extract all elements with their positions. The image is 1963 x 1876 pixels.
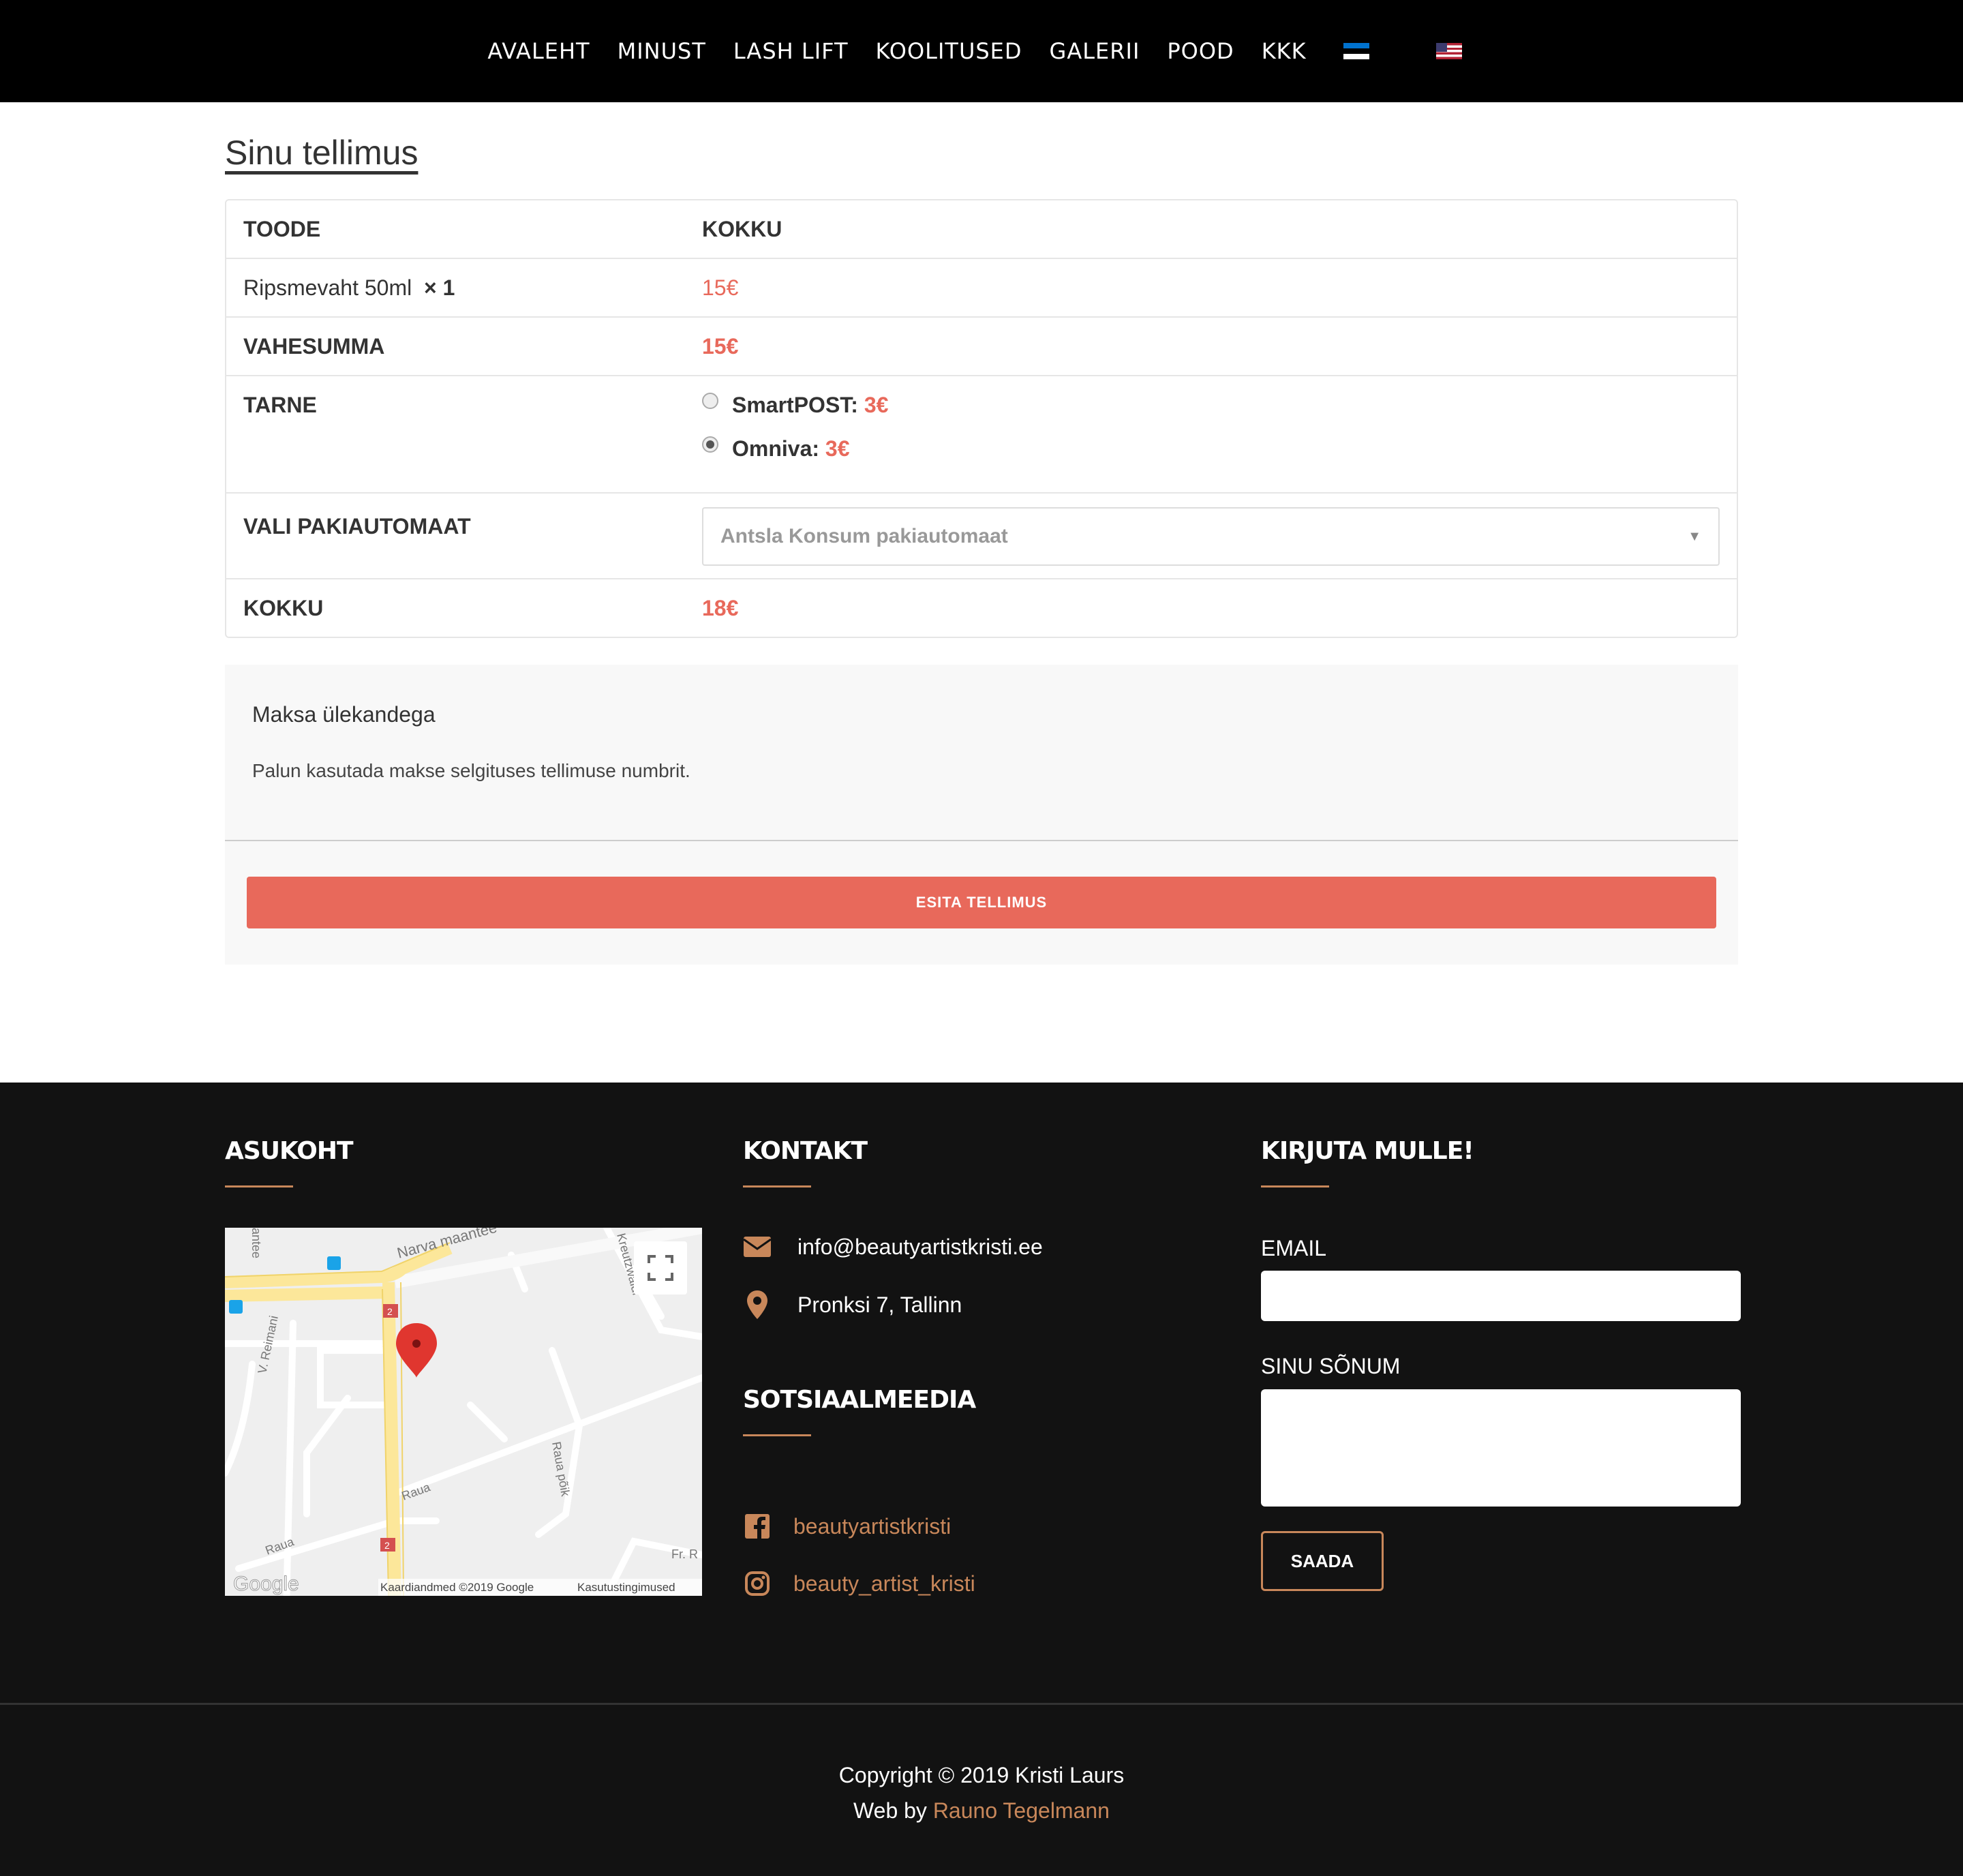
shipping-option-omniva[interactable]: Omniva: 3€ xyxy=(702,427,1720,470)
map-terms-link[interactable]: Kasutustingimused xyxy=(577,1581,675,1594)
nav-item-avaleht[interactable]: AVALEHT xyxy=(487,38,590,64)
heading-underline xyxy=(743,1434,811,1436)
smartpost-label: SmartPOST: xyxy=(732,393,858,417)
order-table: TOODE KOKKU Ripsmevaht 50ml × 1 15€ VAHE… xyxy=(225,199,1738,638)
nav-item-kkk[interactable]: KKK xyxy=(1262,38,1307,64)
facebook-icon xyxy=(743,1512,772,1541)
top-navigation: AVALEHT MINUST LASH LIFT KOOLITUSED GALE… xyxy=(0,0,1963,102)
usa-flag-icon[interactable] xyxy=(1435,43,1462,59)
nav-item-galerii[interactable]: GALERII xyxy=(1050,38,1140,64)
subtotal-row: VAHESUMMA 15€ xyxy=(226,316,1737,375)
omniva-price: 3€ xyxy=(825,436,850,461)
parcel-machine-select[interactable]: Antsla Konsum pakiautomaat ▼ xyxy=(702,507,1720,566)
copyright: Copyright © 2019 Kristi Laurs Web by Rau… xyxy=(0,1757,1963,1828)
subtotal-value: 15€ xyxy=(685,316,1737,375)
page-title: Sinu tellimus xyxy=(225,134,419,172)
map-street-label: antee xyxy=(249,1228,263,1258)
social-facebook[interactable]: beautyartistkristi xyxy=(743,1512,951,1541)
contact-email: info@beautyartistkristi.ee xyxy=(743,1232,1043,1261)
chevron-down-icon: ▼ xyxy=(1688,528,1701,544)
footer-contact-form: KIRJUTA MULLE! EMAIL SINU SÕNUM SAADA xyxy=(1261,1137,1741,1682)
location-heading: ASUKOHT xyxy=(225,1137,354,1165)
instagram-icon xyxy=(743,1569,772,1598)
footer-location: ASUKOHT xyxy=(225,1137,354,1187)
web-credit-link[interactable]: Rauno Tegelmann xyxy=(933,1798,1110,1823)
email-input[interactable] xyxy=(1261,1271,1741,1321)
table-row: Ripsmevaht 50ml × 1 15€ xyxy=(226,258,1737,316)
smartpost-radio[interactable] xyxy=(702,393,718,409)
product-quantity: × 1 xyxy=(423,275,455,300)
heading-underline xyxy=(743,1185,811,1187)
social-heading: SOTSIAALMEEDIA xyxy=(743,1386,976,1414)
shipping-row: TARNE SmartPOST: 3€ Omniva: 3€ xyxy=(226,375,1737,492)
shipping-label: TARNE xyxy=(226,375,685,492)
table-header-row: TOODE KOKKU xyxy=(226,200,1737,258)
parcel-machine-row: VALI PAKIAUTOMAAT Antsla Konsum pakiauto… xyxy=(226,492,1737,578)
total-label: KOKKU xyxy=(226,578,685,637)
place-order-button[interactable]: ESITA TELLIMUS xyxy=(247,877,1716,928)
contact-heading: KONTAKT xyxy=(743,1137,868,1165)
total-value: 18€ xyxy=(685,578,1737,637)
social-instagram[interactable]: beauty_artist_kristi xyxy=(743,1569,975,1598)
route-number: 2 xyxy=(387,1306,393,1317)
instagram-link[interactable]: beauty_artist_kristi xyxy=(793,1571,975,1597)
form-heading: KIRJUTA MULLE! xyxy=(1261,1137,1474,1165)
product-cell: Ripsmevaht 50ml × 1 xyxy=(226,258,685,316)
payment-method-title: Maksa ülekandega xyxy=(252,702,436,727)
send-button[interactable]: SAADA xyxy=(1261,1531,1384,1591)
parcel-machine-label: VALI PAKIAUTOMAAT xyxy=(226,492,685,578)
col-total-header: KOKKU xyxy=(702,217,782,241)
map-graphic: 2 2 Narva maantee V. Reimani Raua Raua p… xyxy=(225,1228,702,1596)
map-data-attribution: Kaardiandmed ©2019 Google xyxy=(380,1581,534,1594)
copyright-text: Copyright © 2019 Kristi Laurs xyxy=(838,1763,1125,1787)
omniva-radio[interactable] xyxy=(702,436,718,453)
footer-contact: KONTAKT info@beautyartistkristi.ee Pronk… xyxy=(743,1137,1220,1596)
col-product-header: TOODE xyxy=(243,217,321,241)
message-textarea[interactable] xyxy=(1261,1389,1741,1507)
envelope-icon xyxy=(743,1232,772,1261)
product-price: 15€ xyxy=(685,258,1737,316)
payment-box: Maksa ülekandega Palun kasutada makse se… xyxy=(225,665,1738,965)
payment-description: Palun kasutada makse selgituses tellimus… xyxy=(252,760,690,781)
map-marker-icon xyxy=(743,1290,772,1319)
contact-address: Pronksi 7, Tallinn xyxy=(743,1290,962,1319)
smartpost-price: 3€ xyxy=(864,393,889,417)
route-number: 2 xyxy=(384,1540,390,1551)
subtotal-label: VAHESUMMA xyxy=(226,316,685,375)
shipping-option-smartpost[interactable]: SmartPOST: 3€ xyxy=(702,383,1720,427)
message-label: SINU SÕNUM xyxy=(1261,1354,1401,1378)
nav-item-pood[interactable]: POOD xyxy=(1167,38,1234,64)
nav-item-minust[interactable]: MINUST xyxy=(618,38,706,64)
map-street-label: Fr. R xyxy=(671,1547,698,1561)
estonia-flag-icon[interactable] xyxy=(1343,43,1369,59)
email-label: EMAIL xyxy=(1261,1236,1327,1260)
street-address: Pronksi 7, Tallinn xyxy=(797,1292,962,1317)
google-logo: Google xyxy=(233,1573,299,1595)
nav-item-lash-lift[interactable]: LASH LIFT xyxy=(733,38,849,64)
heading-underline xyxy=(1261,1185,1329,1187)
nav-item-koolitused[interactable]: KOOLITUSED xyxy=(876,38,1022,64)
total-row: KOKKU 18€ xyxy=(226,578,1737,637)
parcel-machine-value: Antsla Konsum pakiautomaat xyxy=(720,525,1008,547)
divider xyxy=(225,840,1738,841)
heading-underline xyxy=(225,1185,293,1187)
footer: ASUKOHT 2 2 Narva maantee V. Reimani Rau… xyxy=(0,1083,1963,1876)
web-credit: Web by Rauno Tegelmann xyxy=(0,1793,1963,1828)
email-address[interactable]: info@beautyartistkristi.ee xyxy=(797,1235,1043,1260)
web-credit-prefix: Web by xyxy=(853,1798,927,1823)
location-map[interactable]: 2 2 Narva maantee V. Reimani Raua Raua p… xyxy=(225,1228,702,1596)
omniva-label: Omniva: xyxy=(732,436,820,461)
footer-divider xyxy=(0,1703,1963,1705)
product-name: Ripsmevaht 50ml xyxy=(243,275,412,300)
facebook-link[interactable]: beautyartistkristi xyxy=(793,1514,951,1539)
